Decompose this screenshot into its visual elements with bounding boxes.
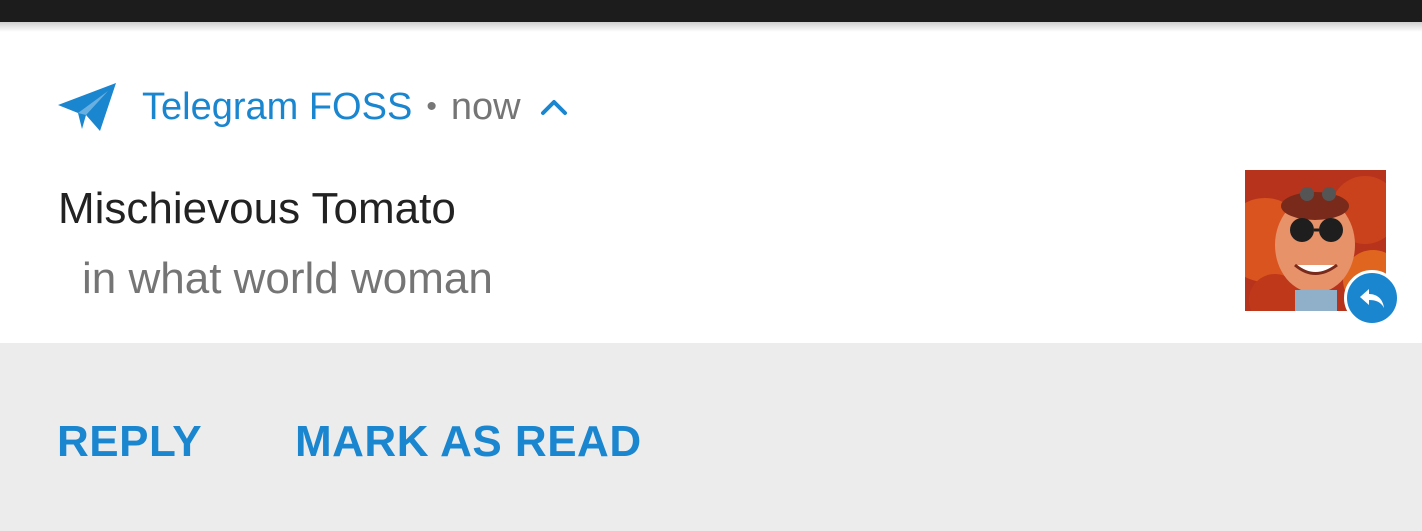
status-bar-strip [0,0,1422,22]
notification-actions: REPLY MARK AS READ [0,343,1422,531]
telegram-plane-icon [58,83,116,131]
notification-message: in what world woman [82,254,493,303]
app-name: Telegram FOSS [142,85,413,128]
chevron-up-icon[interactable] [539,97,569,117]
reply-button[interactable]: REPLY [57,417,202,467]
mark-as-read-button[interactable]: MARK AS READ [295,417,642,467]
reply-badge [1344,270,1400,326]
notification-header[interactable]: Telegram FOSS • now [56,80,569,134]
reply-arrow-icon [1360,289,1384,308]
notification-title: Mischievous Tomato [58,184,456,233]
notification-time: now [450,85,521,128]
header-separator: • [426,90,437,123]
